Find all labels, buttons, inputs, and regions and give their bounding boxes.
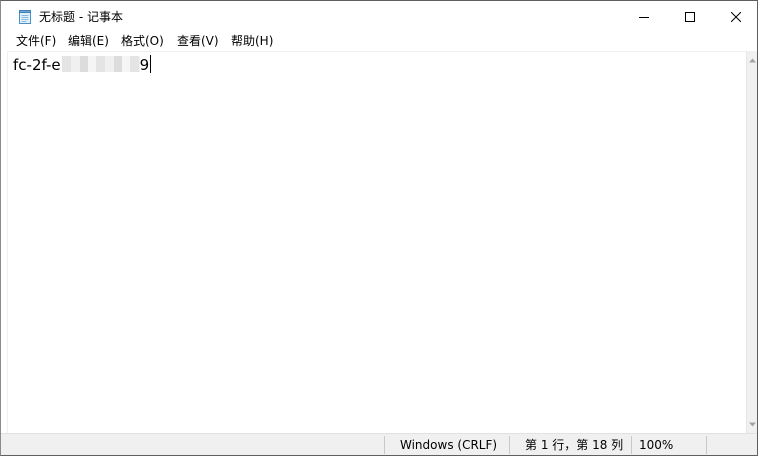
menu-file[interactable]: 文件(F) bbox=[15, 33, 57, 49]
maximize-button[interactable] bbox=[667, 1, 713, 32]
status-separator bbox=[509, 436, 510, 454]
minimize-icon bbox=[639, 16, 649, 18]
chevron-down-icon bbox=[749, 422, 756, 426]
menu-format[interactable]: 格式(O) bbox=[120, 33, 165, 49]
notepad-window: 无标题 - 记事本 文件(F) 编辑(E) 格式(O) 查看(V) 帮助(H) … bbox=[0, 0, 758, 456]
menu-edit[interactable]: 编辑(E) bbox=[67, 33, 110, 49]
menu-view[interactable]: 查看(V) bbox=[176, 33, 220, 49]
editor-text-line[interactable]: fc-2f-e 9 bbox=[13, 55, 152, 75]
minimize-button[interactable] bbox=[621, 1, 667, 32]
desktop-background bbox=[758, 0, 768, 461]
status-separator bbox=[631, 436, 632, 454]
title-bar[interactable]: 无标题 - 记事本 bbox=[1, 1, 757, 32]
text-caret bbox=[150, 55, 152, 73]
status-zoom: 100% bbox=[639, 438, 674, 452]
status-bar: Windows (CRLF) 第 1 行，第 18 列 100% bbox=[1, 433, 757, 455]
close-icon bbox=[731, 11, 741, 22]
vertical-scrollbar[interactable] bbox=[746, 51, 757, 433]
status-separator bbox=[384, 436, 385, 454]
status-cursor-position: 第 1 行，第 18 列 bbox=[525, 438, 624, 452]
status-line-ending: Windows (CRLF) bbox=[400, 438, 498, 452]
close-button[interactable] bbox=[713, 1, 759, 32]
chevron-up-icon bbox=[749, 58, 756, 62]
scroll-up-button[interactable] bbox=[748, 55, 757, 65]
text-editor-area[interactable]: fc-2f-e 9 bbox=[7, 51, 746, 433]
status-separator bbox=[706, 436, 707, 454]
maximize-icon bbox=[685, 11, 695, 22]
window-title: 无标题 - 记事本 bbox=[39, 10, 123, 24]
editor-text-prefix: fc-2f-e bbox=[13, 56, 61, 74]
redacted-text bbox=[61, 56, 140, 72]
notepad-icon[interactable] bbox=[17, 9, 33, 25]
editor-text-suffix: 9 bbox=[139, 56, 150, 74]
menu-bar: 文件(F) 编辑(E) 格式(O) 查看(V) 帮助(H) bbox=[1, 32, 757, 51]
menu-help[interactable]: 帮助(H) bbox=[230, 33, 274, 49]
desktop-background-bottom bbox=[0, 456, 768, 461]
scroll-down-button[interactable] bbox=[748, 419, 757, 429]
